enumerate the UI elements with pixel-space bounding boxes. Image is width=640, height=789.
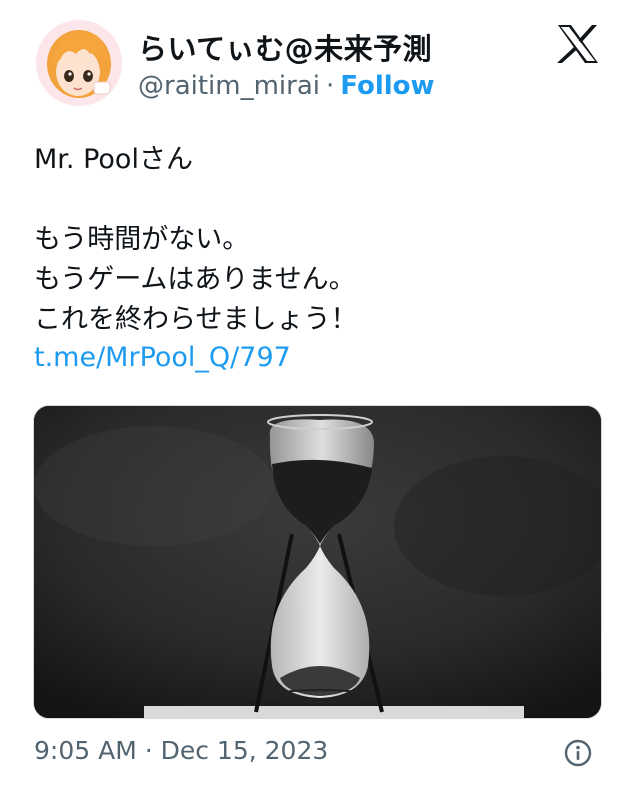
tweet-line: これを終わらせましょう！	[34, 304, 358, 335]
author-handle[interactable]: @raitim_mirai	[138, 71, 320, 101]
tweet-link[interactable]: t.me/MrPool_Q/797	[34, 342, 291, 373]
tweet-text: Mr. Poolさん もう時間がない。 もうゲームはありません。 これを終わらせ…	[34, 140, 614, 340]
separator-dot: ·	[326, 71, 335, 101]
tweet-card: らいてぃむ@未来予測 @raitim_mirai · Follow Mr. Pool…	[0, 0, 640, 789]
tweet-line: もう時間がない。	[34, 224, 250, 255]
follow-button[interactable]: Follow	[340, 71, 434, 101]
avatar[interactable]	[36, 20, 122, 106]
timestamp[interactable]: 9:05 AM · Dec 15, 2023	[34, 736, 328, 765]
author-display-name[interactable]: らいてぃむ@未来予測	[138, 26, 432, 68]
tweet-line: Mr. Poolさん	[34, 144, 193, 175]
x-logo-icon[interactable]	[556, 24, 600, 64]
author-handle-row: @raitim_mirai · Follow	[138, 71, 435, 101]
avatar-illustration	[36, 20, 122, 106]
info-icon[interactable]	[564, 739, 592, 767]
tweet-line: もうゲームはありません。	[34, 264, 356, 295]
media-image[interactable]	[33, 405, 602, 719]
